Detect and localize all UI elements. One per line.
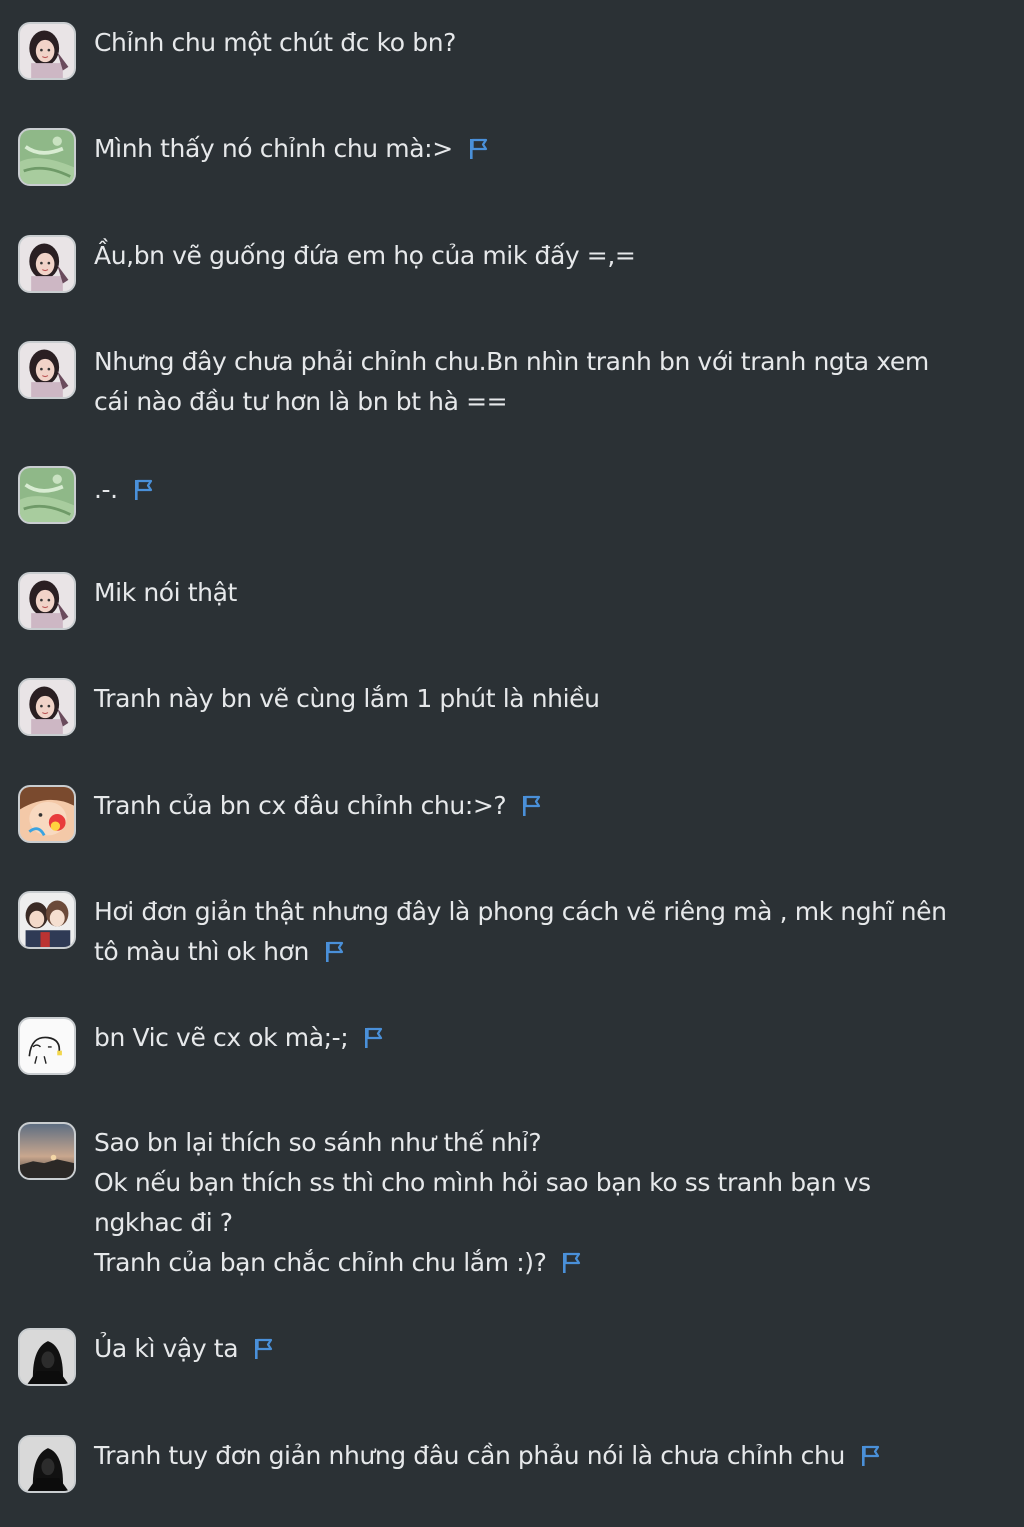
message-line: ngkhac đi ? bbox=[94, 1203, 1006, 1243]
message-line-text: .-. bbox=[94, 475, 118, 504]
message-text: Sao bn lại thích so sánh như thế nhỉ? Ok … bbox=[94, 1123, 1006, 1283]
message-line-text: bn Vic vẽ cx ok mà;-; bbox=[94, 1023, 349, 1052]
user-dark-avatar[interactable] bbox=[18, 1435, 76, 1493]
message-line-text: Ủa kì vậy ta bbox=[94, 1334, 239, 1363]
message-line: Ủa kì vậy ta bbox=[94, 1329, 1006, 1369]
report-flag-icon[interactable] bbox=[132, 478, 154, 502]
message-line-text: Mình thấy nó chỉnh chu mà:> bbox=[94, 134, 453, 163]
message-line: bn Vic vẽ cx ok mà;-; bbox=[94, 1018, 1006, 1058]
message-line: Tranh này bn vẽ cùng lắm 1 phút là nhiều bbox=[94, 679, 1006, 719]
message-line: tô màu thì ok hơn bbox=[94, 932, 1006, 972]
report-flag-icon[interactable] bbox=[560, 1251, 582, 1275]
message-line: Tranh của bạn chắc chỉnh chu lắm :)? bbox=[94, 1243, 1006, 1283]
message-line-text: Nhưng đây chưa phải chỉnh chu.Bn nhìn tr… bbox=[94, 347, 929, 376]
message-line: Tranh tuy đơn giản nhưng đâu cần phảu nó… bbox=[94, 1436, 1006, 1476]
message-line-text: Sao bn lại thích so sánh như thế nhỉ? bbox=[94, 1128, 542, 1157]
user-girl-avatar[interactable] bbox=[18, 341, 76, 399]
message-text: Tranh tuy đơn giản nhưng đâu cần phảu nó… bbox=[94, 1436, 1006, 1476]
message-line: Ok nếu bạn thích ss thì cho mình hỏi sao… bbox=[94, 1163, 1006, 1203]
report-flag-icon[interactable] bbox=[362, 1026, 384, 1050]
message-line-text: Tranh của bn cx đâu chỉnh chu:>? bbox=[94, 791, 507, 820]
chat-thread: Chỉnh chu một chút đc ko bn? Mình thấy nó… bbox=[0, 0, 1024, 1527]
message-line-text: ngkhac đi ? bbox=[94, 1208, 233, 1237]
message-text: Hơi đơn giản thật nhưng đây là phong các… bbox=[94, 892, 1006, 972]
user-green-avatar[interactable] bbox=[18, 128, 76, 186]
message-line: Ầu,bn vẽ guống đứa em họ của mik đấy =,= bbox=[94, 236, 1006, 276]
message-line-text: Tranh này bn vẽ cùng lắm 1 phút là nhiều bbox=[94, 684, 600, 713]
report-flag-icon[interactable] bbox=[323, 940, 345, 964]
message-line-text: Ầu,bn vẽ guống đứa em họ của mik đấy =,= bbox=[94, 241, 636, 270]
message-text: Nhưng đây chưa phải chỉnh chu.Bn nhìn tr… bbox=[94, 342, 1006, 422]
message-line: Mik nói thật bbox=[94, 573, 1006, 613]
message-line: Hơi đơn giản thật nhưng đây là phong các… bbox=[94, 892, 1006, 932]
user-green-avatar[interactable] bbox=[18, 466, 76, 524]
message-line-text: Hơi đơn giản thật nhưng đây là phong các… bbox=[94, 897, 947, 926]
user-dark-avatar[interactable] bbox=[18, 1328, 76, 1386]
message-line: .-. bbox=[94, 470, 1006, 510]
report-flag-icon[interactable] bbox=[252, 1337, 274, 1361]
message-text: Chỉnh chu một chút đc ko bn? bbox=[94, 23, 1006, 63]
message-line: Sao bn lại thích so sánh như thế nhỉ? bbox=[94, 1123, 1006, 1163]
message-line: Chỉnh chu một chút đc ko bn? bbox=[94, 23, 1006, 63]
message-line: Nhưng đây chưa phải chỉnh chu.Bn nhìn tr… bbox=[94, 342, 1006, 382]
user-girl-avatar[interactable] bbox=[18, 572, 76, 630]
user-girl-avatar[interactable] bbox=[18, 678, 76, 736]
user-colorful-avatar[interactable] bbox=[18, 785, 76, 843]
message-line-text: tô màu thì ok hơn bbox=[94, 937, 309, 966]
message-text: Tranh của bn cx đâu chỉnh chu:>? bbox=[94, 786, 1006, 826]
message-text: Mik nói thật bbox=[94, 573, 1006, 613]
message-line: cái nào đầu tư hơn là bn bt hà == bbox=[94, 382, 1006, 422]
message-text: Mình thấy nó chỉnh chu mà:> bbox=[94, 129, 1006, 169]
message-text: Tranh này bn vẽ cùng lắm 1 phút là nhiều bbox=[94, 679, 1006, 719]
user-sketch-avatar[interactable] bbox=[18, 1017, 76, 1075]
message-text: Ủa kì vậy ta bbox=[94, 1329, 1006, 1369]
user-girl-avatar[interactable] bbox=[18, 235, 76, 293]
message-line-text: Tranh của bạn chắc chỉnh chu lắm :)? bbox=[94, 1248, 547, 1277]
user-sunset-avatar[interactable] bbox=[18, 1122, 76, 1180]
message-line: Mình thấy nó chỉnh chu mà:> bbox=[94, 129, 1006, 169]
message-text: bn Vic vẽ cx ok mà;-; bbox=[94, 1018, 1006, 1058]
message-line-text: Mik nói thật bbox=[94, 578, 237, 607]
message-line: Tranh của bn cx đâu chỉnh chu:>? bbox=[94, 786, 1006, 826]
message-text: .-. bbox=[94, 470, 1006, 510]
message-line-text: Tranh tuy đơn giản nhưng đâu cần phảu nó… bbox=[94, 1441, 845, 1470]
message-line-text: cái nào đầu tư hơn là bn bt hà == bbox=[94, 387, 508, 416]
user-girl-avatar[interactable] bbox=[18, 22, 76, 80]
message-line-text: Chỉnh chu một chút đc ko bn? bbox=[94, 28, 457, 57]
report-flag-icon[interactable] bbox=[467, 137, 489, 161]
user-anime-avatar[interactable] bbox=[18, 891, 76, 949]
message-text: Ầu,bn vẽ guống đứa em họ của mik đấy =,= bbox=[94, 236, 1006, 276]
report-flag-icon[interactable] bbox=[859, 1444, 881, 1468]
report-flag-icon[interactable] bbox=[520, 794, 542, 818]
message-line-text: Ok nếu bạn thích ss thì cho mình hỏi sao… bbox=[94, 1168, 871, 1197]
